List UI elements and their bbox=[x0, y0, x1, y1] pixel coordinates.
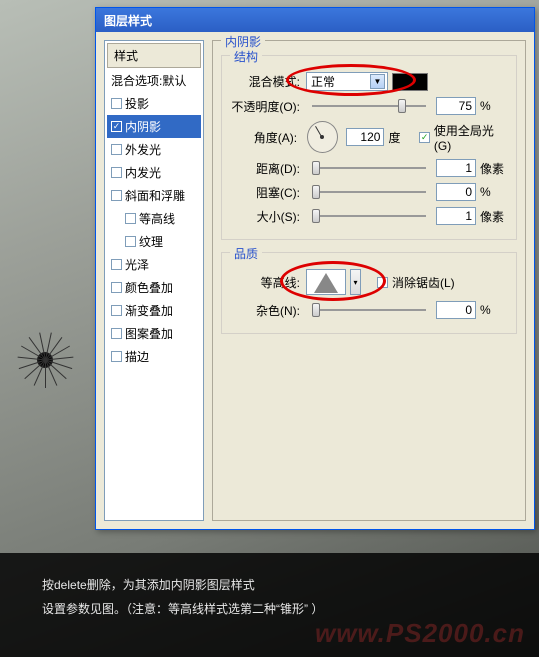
style-inner-shadow[interactable]: 内阴影 bbox=[107, 115, 201, 138]
checkbox-icon[interactable] bbox=[111, 259, 122, 270]
angle-dial[interactable] bbox=[307, 121, 338, 153]
caption-line1: 按delete删除，为其添加内阴影图层样式 bbox=[42, 573, 497, 597]
style-bevel[interactable]: 斜面和浮雕 bbox=[107, 184, 201, 207]
styles-list: 样式 混合选项:默认 投影 内阴影 外发光 内发光 斜面和浮雕 等高线 纹理 光… bbox=[104, 40, 204, 521]
noise-label: 杂色(N): bbox=[230, 302, 302, 319]
style-inner-glow[interactable]: 内发光 bbox=[107, 161, 201, 184]
size-label: 大小(S): bbox=[230, 208, 302, 225]
size-unit: 像素 bbox=[480, 208, 508, 225]
choke-unit: % bbox=[480, 185, 508, 199]
structure-title: 结构 bbox=[230, 48, 262, 65]
inner-shadow-group: 内阴影 结构 混合模式: 正常 ▼ 不透明度(O): bbox=[212, 40, 526, 521]
style-stroke[interactable]: 描边 bbox=[107, 345, 201, 368]
watermark: www.PS2000.cn bbox=[315, 618, 525, 649]
opacity-unit: % bbox=[480, 99, 508, 113]
structure-group: 结构 混合模式: 正常 ▼ 不透明度(O): 75 bbox=[221, 55, 517, 240]
noise-slider[interactable] bbox=[312, 301, 426, 319]
checkbox-icon[interactable] bbox=[111, 121, 122, 132]
checkbox-icon[interactable] bbox=[125, 213, 136, 224]
antialias-label: 消除锯齿(L) bbox=[392, 274, 455, 291]
noise-unit: % bbox=[480, 303, 508, 317]
checkbox-icon[interactable] bbox=[111, 144, 122, 155]
antialias-checkbox[interactable] bbox=[377, 277, 388, 288]
dialog-title: 图层样式 bbox=[104, 14, 152, 28]
bullet-hole-graphic bbox=[15, 330, 75, 390]
choke-label: 阻塞(C): bbox=[230, 184, 302, 201]
angle-input[interactable]: 120 bbox=[346, 128, 385, 146]
settings-panel: 内阴影 结构 混合模式: 正常 ▼ 不透明度(O): bbox=[212, 40, 526, 521]
choke-input[interactable]: 0 bbox=[436, 183, 476, 201]
contour-label: 等高线: bbox=[230, 274, 302, 291]
global-light-label: 使用全局光(G) bbox=[434, 122, 508, 153]
distance-slider[interactable] bbox=[312, 159, 426, 177]
angle-unit: 度 bbox=[388, 129, 415, 146]
layer-style-dialog: 图层样式 样式 混合选项:默认 投影 内阴影 外发光 内发光 斜面和浮雕 等高线… bbox=[95, 7, 535, 530]
opacity-input[interactable]: 75 bbox=[436, 97, 476, 115]
checkbox-icon[interactable] bbox=[125, 236, 136, 247]
styles-header[interactable]: 样式 bbox=[107, 43, 201, 68]
contour-picker[interactable] bbox=[306, 269, 346, 295]
style-blend-defaults[interactable]: 混合选项:默认 bbox=[107, 69, 201, 92]
blend-mode-label: 混合模式: bbox=[230, 73, 302, 90]
style-satin[interactable]: 光泽 bbox=[107, 253, 201, 276]
noise-input[interactable]: 0 bbox=[436, 301, 476, 319]
style-drop-shadow[interactable]: 投影 bbox=[107, 92, 201, 115]
size-slider[interactable] bbox=[312, 207, 426, 225]
opacity-label: 不透明度(O): bbox=[230, 98, 302, 115]
choke-slider[interactable] bbox=[312, 183, 426, 201]
style-color-overlay[interactable]: 颜色叠加 bbox=[107, 276, 201, 299]
chevron-down-icon: ▼ bbox=[370, 74, 385, 89]
color-swatch[interactable] bbox=[392, 73, 428, 91]
checkbox-icon[interactable] bbox=[111, 98, 122, 109]
blend-mode-value: 正常 bbox=[311, 73, 335, 90]
distance-label: 距离(D): bbox=[230, 160, 302, 177]
opacity-slider[interactable] bbox=[312, 97, 426, 115]
quality-group: 品质 等高线: ▾ 消除锯齿(L) 杂色(N): bbox=[221, 252, 517, 334]
style-contour[interactable]: 等高线 bbox=[107, 207, 201, 230]
checkbox-icon[interactable] bbox=[111, 305, 122, 316]
blend-mode-dropdown[interactable]: 正常 ▼ bbox=[306, 72, 388, 91]
checkbox-icon[interactable] bbox=[111, 328, 122, 339]
style-texture[interactable]: 纹理 bbox=[107, 230, 201, 253]
size-input[interactable]: 1 bbox=[436, 207, 476, 225]
chevron-down-icon[interactable]: ▾ bbox=[350, 269, 361, 295]
checkbox-icon[interactable] bbox=[111, 351, 122, 362]
style-outer-glow[interactable]: 外发光 bbox=[107, 138, 201, 161]
dialog-titlebar[interactable]: 图层样式 bbox=[96, 8, 534, 32]
style-gradient-overlay[interactable]: 渐变叠加 bbox=[107, 299, 201, 322]
checkbox-icon[interactable] bbox=[111, 282, 122, 293]
quality-title: 品质 bbox=[230, 245, 262, 262]
checkbox-icon[interactable] bbox=[111, 167, 122, 178]
distance-unit: 像素 bbox=[480, 160, 508, 177]
checkbox-icon[interactable] bbox=[111, 190, 122, 201]
distance-input[interactable]: 1 bbox=[436, 159, 476, 177]
angle-label: 角度(A): bbox=[230, 129, 299, 146]
style-pattern-overlay[interactable]: 图案叠加 bbox=[107, 322, 201, 345]
global-light-checkbox[interactable] bbox=[419, 132, 430, 143]
